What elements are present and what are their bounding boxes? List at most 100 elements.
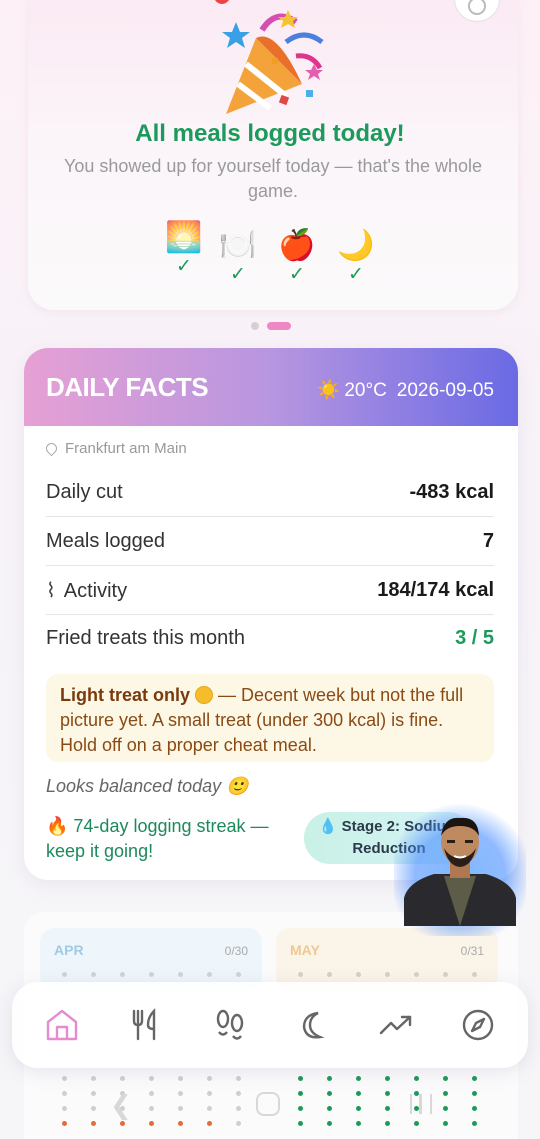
calendar-day-dot xyxy=(178,1121,183,1126)
pager-dot-active[interactable] xyxy=(267,322,291,330)
moon-icon: 🌙 xyxy=(337,229,375,262)
fact-label: Daily cut xyxy=(46,480,123,503)
calendar-day-dot xyxy=(443,972,448,977)
calendar-day-dot xyxy=(120,972,125,977)
nav-home[interactable] xyxy=(44,1007,80,1043)
calendar-day-dot xyxy=(472,1106,477,1111)
calendar-day-dot xyxy=(236,972,241,977)
calendar-day-dot xyxy=(472,972,477,977)
fact-value: -483 kcal xyxy=(409,480,494,503)
month-name: APR xyxy=(54,942,84,958)
check-icon: ✓ xyxy=(348,264,364,285)
calendar-day-dot xyxy=(356,1076,361,1081)
location-pin-icon xyxy=(43,440,60,457)
apple-icon: 🍎 xyxy=(278,229,316,262)
calendar-day-dot xyxy=(356,1091,361,1096)
calendar-day-dot xyxy=(327,1106,332,1111)
month-april[interactable]: APR 0/30 xyxy=(40,928,262,990)
calendar-day-dot xyxy=(236,1121,241,1126)
calendar-day-dot xyxy=(298,972,303,977)
nav-steps[interactable] xyxy=(212,1007,248,1043)
calendar-day-dot xyxy=(178,1091,183,1096)
calendar-day-dot xyxy=(149,972,154,977)
fact-row-activity: ⌇ Activity 184/174 kcal xyxy=(46,566,494,615)
meal-snack: 🍎 ✓ xyxy=(275,228,319,286)
daily-facts-header: DAILY FACTS ☀️ 20°C 2026-09-05 xyxy=(24,348,518,426)
calendar-day-dot xyxy=(385,1076,390,1081)
meal-breakfast: 🌅 ✓ xyxy=(162,220,206,278)
calendar-day-dot xyxy=(149,1076,154,1081)
nav-trends[interactable] xyxy=(378,1007,414,1043)
system-home-button[interactable] xyxy=(256,1092,280,1116)
calendar-day-dot xyxy=(236,1091,241,1096)
calendar-day-dot xyxy=(414,972,419,977)
meal-checklist: 🌅 ✓ 🍽️ ✓ 🍎 ✓ 🌙 ✓ xyxy=(0,220,540,290)
facts-date: 2026-09-05 xyxy=(396,380,494,401)
calendar-day-dot xyxy=(149,1121,154,1126)
fact-label: Fried treats this month xyxy=(46,627,245,649)
month-count: 0/31 xyxy=(460,944,484,958)
calendar-day-dot xyxy=(472,1076,477,1081)
coin-icon xyxy=(195,686,214,704)
calendar-day-dot xyxy=(207,1121,212,1126)
nav-sleep[interactable] xyxy=(294,1007,330,1043)
weather-summary: ☀️ 20°C 2026-09-05 xyxy=(317,378,494,402)
party-popper-icon xyxy=(222,10,324,114)
celebration-subtitle: You showed up for yourself today — that'… xyxy=(63,156,483,201)
notice-heading: Light treat only xyxy=(60,685,190,705)
calendar-day-dot xyxy=(236,1106,241,1111)
calendar-day-dot xyxy=(327,1121,332,1126)
calendar-day-dot xyxy=(414,1076,419,1081)
calendar-day-dot xyxy=(443,1076,448,1081)
system-back-button[interactable]: ❮ xyxy=(110,1090,132,1121)
calendar-day-dot xyxy=(236,1076,241,1081)
month-name: MAY xyxy=(290,942,320,958)
fork-knife-icon xyxy=(132,1008,156,1041)
pager-dot[interactable] xyxy=(251,322,259,330)
treat-notice: Light treat only — Decent week but not t… xyxy=(46,674,494,762)
check-icon: ✓ xyxy=(176,256,192,277)
fact-value: 184/174 kcal xyxy=(377,578,494,601)
fact-value: 7 xyxy=(482,529,494,552)
compass-icon xyxy=(462,1009,494,1041)
check-icon: ✓ xyxy=(230,264,246,285)
streak-message: 🔥 74-day logging streak — keep it going! xyxy=(46,816,269,861)
calendar-day-dot xyxy=(472,1091,477,1096)
calendar-day-dot xyxy=(327,972,332,977)
calendar-day-dot xyxy=(385,1121,390,1126)
calendar-day-dot xyxy=(178,972,183,977)
system-recents-button[interactable] xyxy=(410,1094,432,1114)
activity-pulse-icon: ⌇ xyxy=(46,579,56,602)
calendar-day-dot xyxy=(298,1106,303,1111)
fact-row-daily-cut: Daily cut -483 kcal xyxy=(46,468,494,517)
calendar-day-dot xyxy=(149,1106,154,1111)
calendar-day-dot xyxy=(178,1076,183,1081)
trending-up-icon xyxy=(379,1015,412,1035)
calendar-day-dot xyxy=(298,1076,303,1081)
calendar-day-dot xyxy=(385,1106,390,1111)
sun-icon: ☀️ xyxy=(316,380,341,401)
footprints-icon xyxy=(216,1009,244,1040)
calendar-day-dot xyxy=(443,1121,448,1126)
calendar-day-dot xyxy=(62,1091,67,1096)
nav-explore[interactable] xyxy=(460,1007,496,1043)
moon-icon xyxy=(302,1011,325,1039)
calendar-day-dot xyxy=(327,1076,332,1081)
calendar-day-dot xyxy=(472,1121,477,1126)
nav-meals[interactable] xyxy=(128,1007,164,1043)
coach-avatar[interactable] xyxy=(404,812,516,926)
calendar-day-dot xyxy=(149,1091,154,1096)
calendar-day-dot xyxy=(385,972,390,977)
calendar-day-dot xyxy=(62,972,67,977)
home-icon xyxy=(46,1009,78,1041)
calendar-day-dot xyxy=(91,1121,96,1126)
daily-facts-title: DAILY FACTS xyxy=(46,372,209,402)
fact-label: Meals logged xyxy=(46,529,165,552)
month-may[interactable]: MAY 0/31 xyxy=(276,928,498,990)
fact-label: Activity xyxy=(63,579,128,602)
meal-lunch: 🍽️ ✓ xyxy=(216,228,260,286)
calendar-day-dot xyxy=(298,1091,303,1096)
calendar-day-dot xyxy=(385,1091,390,1096)
calendar-day-dot xyxy=(120,1076,125,1081)
location: Frankfurt am Main xyxy=(43,440,187,457)
